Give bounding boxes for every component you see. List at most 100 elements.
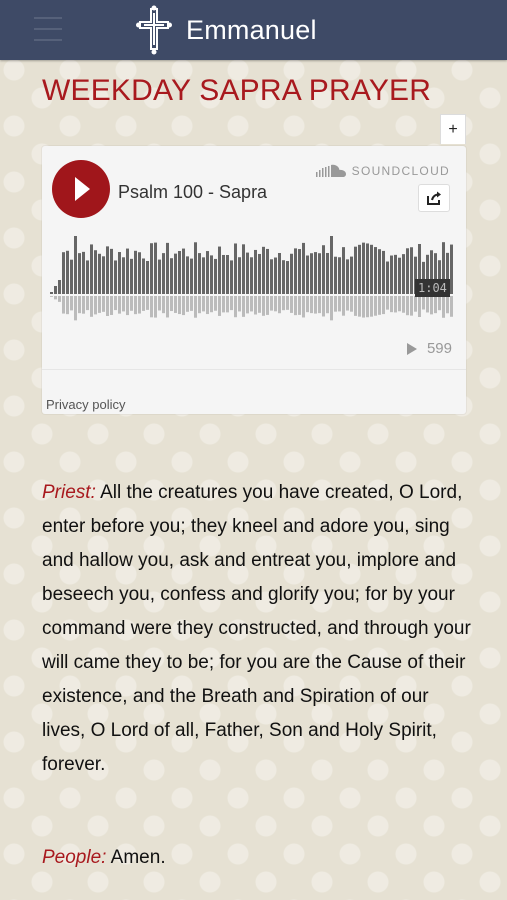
waveform-reflection-bar (418, 296, 421, 317)
waveform-reflection-bar (334, 296, 337, 312)
waveform-bar (62, 252, 65, 294)
soundcloud-label: SOUNDCLOUD (351, 164, 450, 178)
waveform-bar (410, 247, 413, 294)
waveform-reflection-bar (298, 296, 301, 315)
waveform-reflection-bar (82, 296, 85, 314)
waveform-reflection-bar (350, 296, 353, 312)
waveform-reflection-bar (66, 296, 69, 315)
waveform-reflection-bar (346, 296, 349, 311)
waveform-bar (286, 261, 289, 294)
waveform-reflection-bar (258, 296, 261, 313)
waveform-reflection-bar (166, 296, 169, 318)
waveform-bar (350, 256, 353, 294)
waveform-bar (154, 242, 157, 294)
waveform-reflection-bar (386, 296, 389, 310)
waveform-bar (346, 259, 349, 294)
priest-label: Priest: (42, 482, 96, 503)
waveform-reflection-bar (290, 296, 293, 313)
waveform-reflection-bar (202, 296, 205, 312)
waveform-bar (110, 248, 113, 294)
waveform-bar (310, 253, 313, 294)
waveform-reflection-bar (86, 296, 89, 311)
waveform-reflection-bar (358, 296, 361, 317)
track-title-link[interactable]: Psalm 100 - Sapra (118, 182, 267, 203)
waveform-bar (366, 243, 369, 294)
priest-prayer-text: All the creatures you have created, O Lo… (42, 482, 471, 775)
waveform-bar (374, 247, 377, 294)
waveform-reflection-bar (422, 296, 425, 310)
waveform-bar (210, 255, 213, 294)
waveform-reflection-bar (410, 296, 413, 316)
waveform-reflection-bar (370, 296, 373, 317)
waveform-bar (294, 248, 297, 294)
waveform-reflection-bar (302, 296, 305, 318)
waveform-bar (146, 260, 149, 294)
share-button[interactable] (418, 184, 450, 212)
waveform-bar (390, 255, 393, 294)
waveform-bar (342, 247, 345, 294)
play-icon (75, 177, 90, 201)
waveform-reflection-bar (58, 296, 61, 302)
soundcloud-brand-link[interactable]: SOUNDCLOUD (315, 164, 450, 178)
waveform-reflection-bar (430, 296, 433, 315)
waveform-bar (202, 257, 205, 294)
waveform-bar (78, 253, 81, 294)
waveform-bar (370, 244, 373, 294)
waveform-bar (142, 258, 145, 294)
waveform-reflection-bar (62, 296, 65, 314)
waveform-bar (158, 259, 161, 294)
waveform-bar (174, 253, 177, 294)
waveform-reflection-bar (366, 296, 369, 318)
waveform-reflection-bar (154, 296, 157, 318)
waveform-reflection-bar (378, 296, 381, 315)
track-duration: 1:04 (415, 279, 450, 297)
waveform-bar (354, 246, 357, 294)
hamburger-menu-icon[interactable] (34, 14, 62, 44)
share-icon (427, 191, 441, 205)
play-button[interactable] (52, 160, 110, 218)
waveform-reflection-bar (402, 296, 405, 313)
waveform-bar (170, 258, 173, 294)
waveform-bar (54, 286, 57, 294)
waveform-bar (238, 257, 241, 294)
waveform-bar (318, 253, 321, 294)
waveform-bar (138, 252, 141, 294)
waveform-bar (102, 256, 105, 294)
waveform-reflection-bar (54, 296, 57, 300)
waveform-reflection-bar (206, 296, 209, 315)
waveform-bar (162, 253, 165, 294)
waveform-seek-bar[interactable] (50, 232, 454, 328)
waveform-reflection-bar (114, 296, 117, 311)
expand-player-button[interactable]: + (440, 114, 466, 144)
people-response-paragraph: People: Amen. (42, 841, 166, 875)
waveform-reflection-bar (246, 296, 249, 314)
waveform-bar (290, 253, 293, 294)
waveform-bar (214, 258, 217, 294)
waveform-bar (394, 254, 397, 294)
waveform-bar (90, 244, 93, 294)
waveform-bar (194, 242, 197, 294)
waveform-reflection-bar (122, 296, 125, 312)
waveform-bar (74, 236, 77, 294)
brand-home-link[interactable]: Emmanuel (136, 3, 317, 57)
top-navbar: Emmanuel (0, 0, 507, 60)
waveform-reflection-bar (414, 296, 417, 312)
waveform-reflection-bar (282, 296, 285, 311)
waveform-bar (338, 257, 341, 294)
waveform-reflection-bar (286, 296, 289, 310)
waveform-bar (386, 261, 389, 294)
waveform-reflection-bar (254, 296, 257, 315)
waveform-reflection-bar (170, 296, 173, 312)
waveform-reflection-bar (142, 296, 145, 311)
waveform-bar (402, 254, 405, 294)
waveform-bar (106, 246, 109, 294)
waveform-reflection-bar (406, 296, 409, 316)
page-title: WEEKDAY SAPRA PRAYER (42, 74, 432, 107)
waveform-reflection-bar (394, 296, 397, 313)
waveform-reflection-bar (270, 296, 273, 311)
waveform-bar (266, 248, 269, 294)
privacy-policy-link[interactable]: Privacy policy (46, 397, 125, 412)
waveform-reflection-bar (390, 296, 393, 313)
waveform-bar (382, 250, 385, 294)
waveform-bar (322, 245, 325, 294)
